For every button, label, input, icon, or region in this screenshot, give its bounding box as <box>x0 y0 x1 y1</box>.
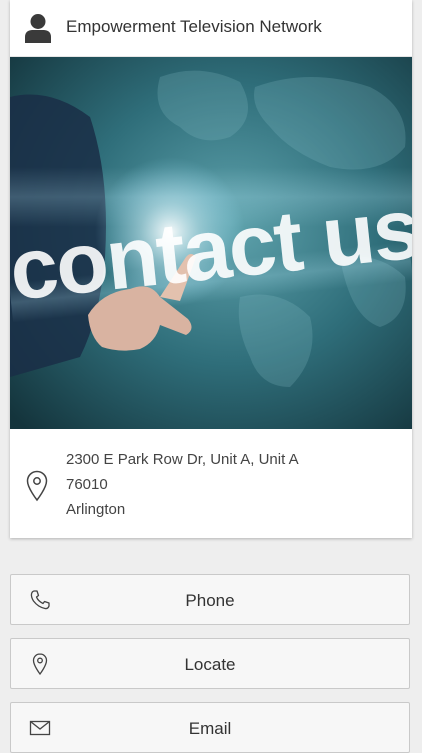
locate-button[interactable]: Locate <box>10 638 410 689</box>
locate-button-label: Locate <box>184 655 236 674</box>
profile-card: Empowerment Television Network contact u… <box>10 0 412 538</box>
location-pin-icon <box>26 470 48 502</box>
phone-button[interactable]: Phone <box>10 574 410 625</box>
contact-us-image: contact us <box>10 57 412 429</box>
hero-image: contact us <box>10 57 412 429</box>
page-title: Empowerment Television Network <box>66 17 322 36</box>
address-street: 2300 E Park Row Dr, Unit A, Unit A <box>66 451 299 468</box>
address-section: 2300 E Park Row Dr, Unit A, Unit A 76010… <box>10 430 412 538</box>
email-button-label: Email <box>188 719 232 738</box>
phone-button-label: Phone <box>185 591 235 610</box>
person-icon <box>25 14 51 43</box>
card-header: Empowerment Television Network <box>10 0 412 57</box>
address-zip: 76010 <box>66 476 108 493</box>
address-city: Arlington <box>66 501 126 518</box>
email-button[interactable]: Email <box>10 702 410 753</box>
